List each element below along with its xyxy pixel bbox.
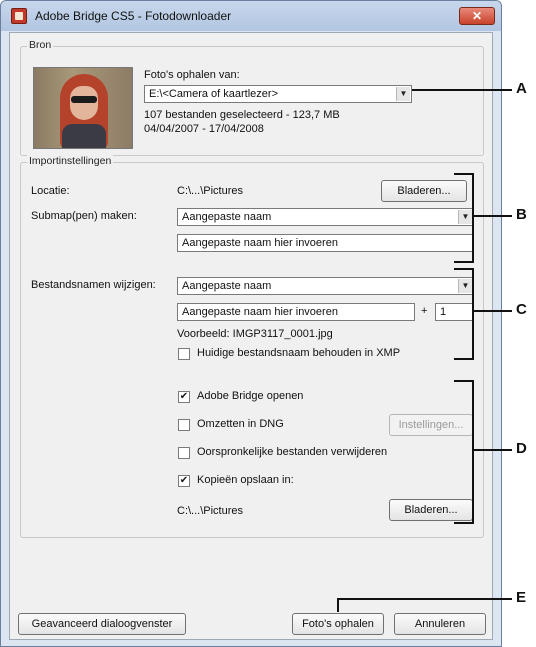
callout-d-bracket [454, 380, 474, 524]
rename-value: Aangepaste naam [182, 280, 272, 292]
source-group-label: Bron [27, 39, 54, 51]
dialog-window: Adobe Bridge CS5 - Fotodownloader ✕ Bron… [0, 0, 502, 647]
advanced-dialog-button[interactable]: Geavanceerd dialoogvenster [18, 613, 186, 635]
window-title: Adobe Bridge CS5 - Fotodownloader [35, 9, 232, 23]
callout-c-bracket [454, 268, 474, 360]
callout-e-tick [337, 598, 339, 612]
subfolder-value: Aangepaste naam [182, 211, 272, 223]
subfolder-name-input[interactable]: Aangepaste naam hier invoeren [177, 234, 474, 252]
callout-b-line [474, 215, 512, 217]
keep-filename-label: Huidige bestandsnaam behouden in XMP [197, 347, 401, 359]
callout-a-line [412, 89, 512, 91]
import-settings-group: Importinstellingen Locatie: C:\...\Pictu… [20, 155, 484, 538]
callout-e-line [337, 598, 512, 600]
source-group: Bron Foto's ophalen van: E:\<Camera of k… [20, 39, 484, 156]
open-bridge-label: Adobe Bridge openen [197, 390, 304, 402]
get-photos-button[interactable]: Foto's ophalen [292, 613, 384, 635]
source-device-select[interactable]: E:\<Camera of kaartlezer> ▼ [144, 85, 412, 103]
save-copies-checkbox[interactable]: ✔ [178, 475, 190, 487]
import-group-label: Importinstellingen [27, 155, 114, 167]
title-bar[interactable]: Adobe Bridge CS5 - Fotodownloader ✕ [1, 1, 501, 31]
source-device-value: E:\<Camera of kaartlezer> [149, 88, 279, 100]
dialog-body: Bron Foto's ophalen van: E:\<Camera of k… [9, 32, 493, 640]
save-copies-label: Kopieën opslaan in: [197, 474, 294, 486]
callout-e: E [516, 589, 527, 606]
delete-originals-checkbox[interactable] [178, 447, 190, 459]
close-button[interactable]: ✕ [459, 7, 495, 25]
callout-c: C [516, 301, 527, 318]
callout-a: A [516, 80, 527, 97]
callout-d: D [516, 440, 527, 457]
callout-d-line [474, 449, 512, 451]
selection-info: 107 bestanden geselecteerd - 123,7 MB [144, 109, 340, 121]
callout-c-line [474, 310, 512, 312]
callout-b: B [516, 206, 527, 223]
subfolder-select[interactable]: Aangepaste naam ▼ [177, 208, 474, 226]
convert-dng-label: Omzetten in DNG [197, 418, 284, 430]
date-range: 04/04/2007 - 17/04/2008 [144, 123, 264, 135]
convert-dng-checkbox[interactable] [178, 419, 190, 431]
adobe-bridge-icon [11, 8, 27, 24]
cancel-button[interactable]: Annuleren [394, 613, 486, 635]
camera-thumbnail [33, 67, 133, 149]
location-label: Locatie: [31, 185, 70, 197]
location-value: C:\...\Pictures [177, 185, 244, 197]
open-bridge-checkbox[interactable]: ✔ [178, 391, 190, 403]
subfolder-label: Submap(pen) maken: [31, 210, 137, 222]
delete-originals-label: Oorspronkelijke bestanden verwijderen [197, 446, 388, 458]
dropdown-arrow-icon[interactable]: ▼ [396, 87, 410, 101]
rename-label: Bestandsnamen wijzigen: [31, 279, 156, 291]
callout-b-bracket [454, 173, 474, 263]
copies-path: C:\...\Pictures [177, 505, 244, 517]
rename-select[interactable]: Aangepaste naam ▼ [177, 277, 474, 295]
plus-sign: + [421, 305, 428, 317]
rename-name-input[interactable]: Aangepaste naam hier invoeren [177, 303, 415, 321]
keep-filename-checkbox[interactable] [178, 348, 190, 360]
get-photos-from-label: Foto's ophalen van: [144, 69, 240, 81]
filename-example: Voorbeeld: IMGP3117_0001.jpg [177, 328, 333, 340]
